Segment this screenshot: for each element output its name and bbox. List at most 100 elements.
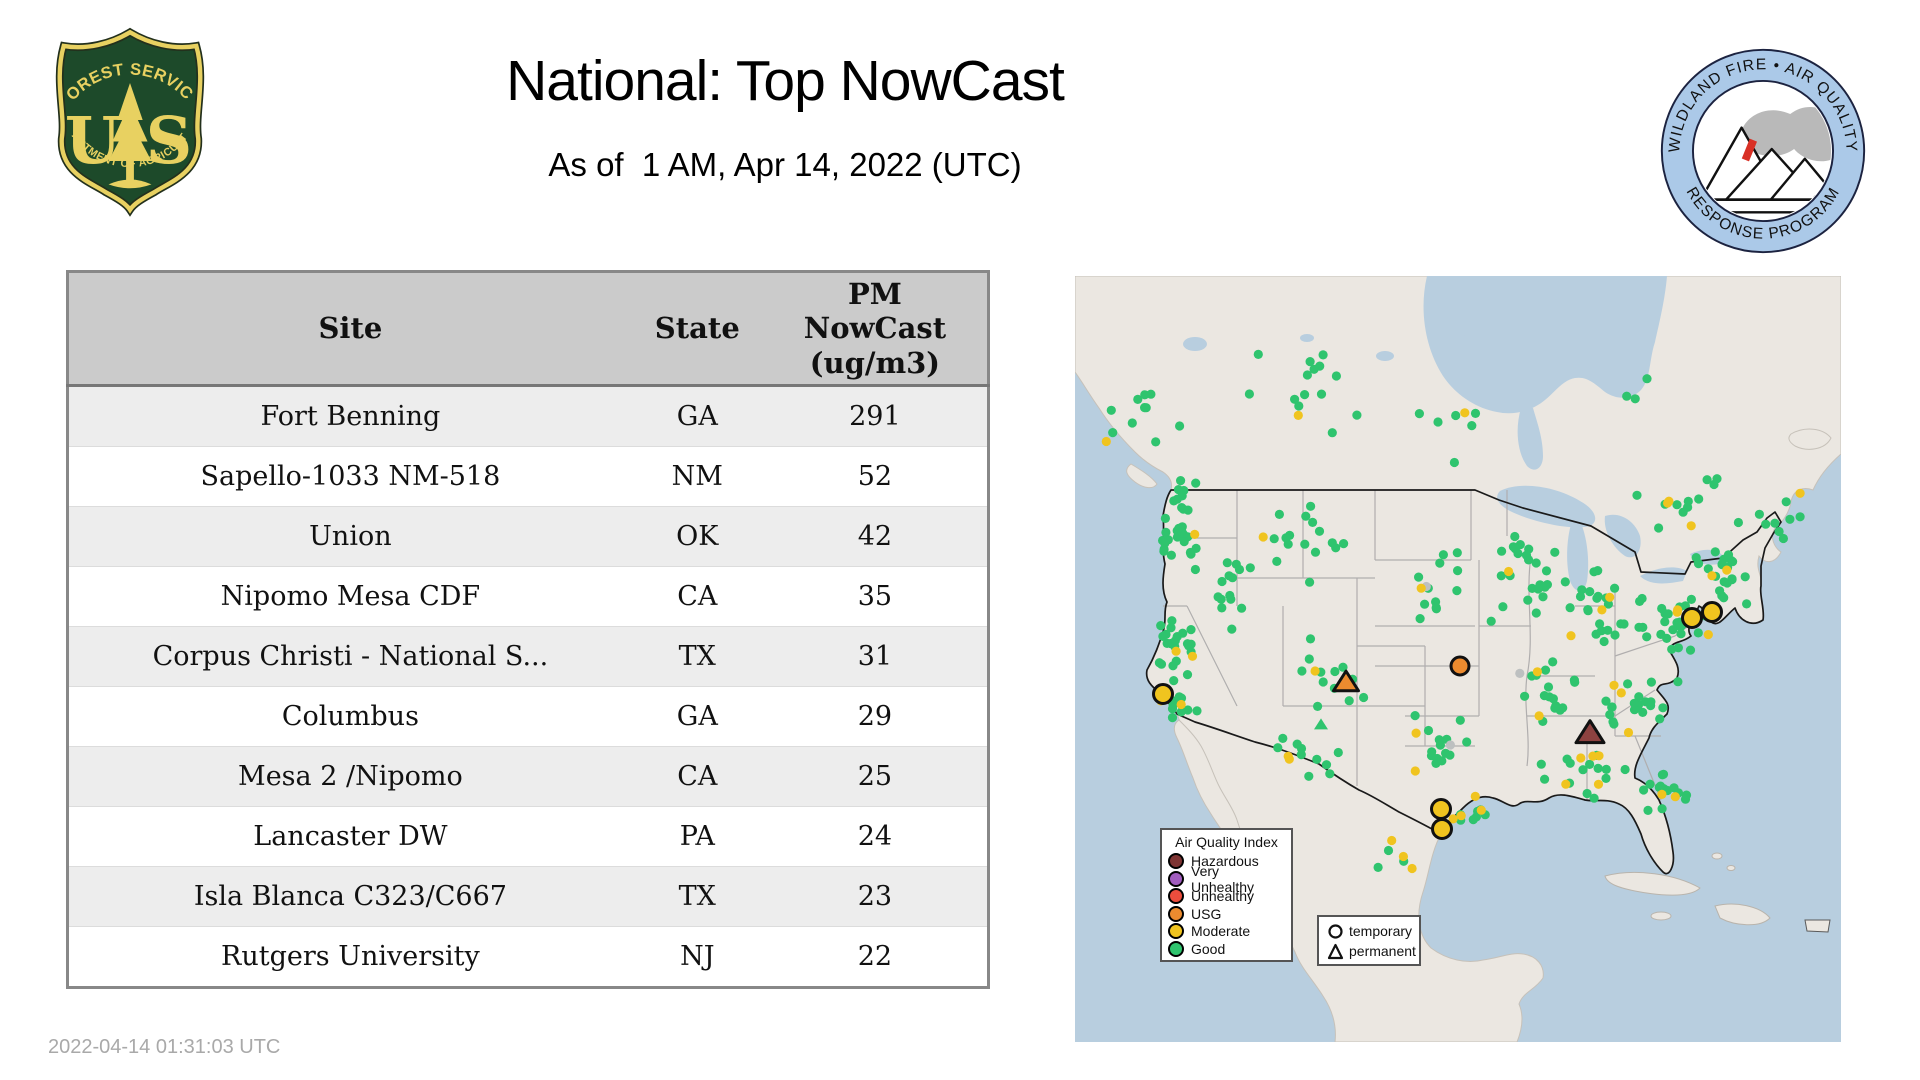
cell-site: Fort Benning: [67, 385, 632, 447]
monitor-dot: [1172, 494, 1182, 504]
monitor-dot: [1722, 565, 1732, 575]
table-row: Isla Blanca C323/C667 TX 23: [67, 866, 989, 927]
monitor-dot: [1498, 602, 1508, 612]
monitor-dot: [1224, 571, 1234, 581]
monitor-dot: [1183, 505, 1193, 515]
cell-site: Sapello-1033 NM-518: [67, 446, 632, 507]
monitor-dot: [1167, 616, 1177, 626]
aqi-swatch-icon: [1168, 853, 1184, 870]
monitor-dot: [1622, 391, 1632, 401]
monitor-dot: [1245, 563, 1255, 573]
monitor-dot: [1646, 701, 1656, 711]
monitor-dot: [1156, 621, 1166, 631]
monitor-dot: [1476, 805, 1486, 815]
monitor-dot: [1452, 586, 1462, 596]
monitor-dot: [1597, 605, 1607, 615]
table-row: Fort Benning GA 291: [67, 385, 989, 447]
monitor-dot: [1169, 676, 1179, 686]
monitor-dot: [1717, 591, 1727, 601]
cell-state: TX: [631, 866, 763, 927]
monitor-dot: [1605, 710, 1615, 720]
monitor-dot: [1284, 754, 1294, 764]
monitor-dot: [1467, 421, 1477, 431]
monitor-dot: [1601, 773, 1611, 783]
aqi-legend-title: Air Quality Index: [1175, 834, 1278, 850]
monitor-dot: [1306, 501, 1316, 511]
monitor-dot: [1140, 390, 1150, 400]
monitor-dot: [1515, 668, 1525, 678]
aqi-legend-item: USG: [1168, 905, 1285, 923]
monitor-dot: [1538, 592, 1548, 602]
monitor-dot: [1550, 547, 1560, 557]
aqi-swatch-icon: [1168, 923, 1184, 940]
monitor-dot: [1534, 711, 1544, 721]
monitor-dot: [1333, 747, 1343, 758]
monitor-dot: [1187, 651, 1198, 661]
monitor-dot: [1305, 634, 1316, 644]
cell-site: Nipomo Mesa CDF: [67, 566, 632, 627]
monitor-dot: [1253, 349, 1263, 359]
cell-site: Union: [67, 506, 632, 567]
cell-pm-nowcast: 291: [762, 385, 989, 447]
marker-moderate-temporary-tx1: [1430, 798, 1452, 820]
top-nowcast-table: Site State PM NowCast (ug/m3) Fort Benni…: [66, 270, 990, 989]
monitor-dot: [1222, 558, 1232, 568]
monitor-dot: [1544, 692, 1554, 702]
monitor-dot: [1435, 558, 1445, 568]
monitor-dot: [1331, 371, 1341, 381]
table-row: Corpus Christi - National S... TX 31: [67, 626, 989, 687]
monitor-dot: [1383, 845, 1394, 856]
monitor-dot: [1609, 719, 1619, 729]
table-row: Columbus GA 29: [67, 686, 989, 747]
monitor-dot: [1560, 577, 1570, 587]
monitor-dot: [1445, 750, 1455, 760]
monitor-dot: [1159, 546, 1169, 556]
monitor-dot: [1531, 558, 1541, 568]
cell-state: CA: [631, 746, 763, 807]
monitor-dot: [1673, 605, 1683, 615]
monitor-dot: [1373, 862, 1383, 873]
aqi-legend-items: Hazardous Very Unhealthy Unhealthy USG M…: [1168, 853, 1285, 957]
monitor-dot: [1387, 835, 1397, 846]
aqi-legend-item: Moderate: [1168, 923, 1285, 940]
monitor-dot: [1605, 592, 1615, 602]
cell-state: GA: [631, 686, 763, 747]
monitor-dot: [1683, 496, 1693, 506]
monitor-dot: [1619, 619, 1629, 629]
marker-moderate-temporary-nj1: [1681, 607, 1703, 629]
cell-site: Columbus: [67, 686, 632, 747]
monitor-dot: [1654, 523, 1664, 533]
shape-legend-temporary-label: temporary: [1349, 923, 1413, 939]
cell-pm-nowcast: 35: [762, 566, 989, 627]
monitor-dot: [1595, 619, 1605, 629]
monitor-dot: [1297, 666, 1307, 676]
marker-usg-temporary-ok: [1449, 655, 1471, 677]
monitor-dot: [1541, 566, 1552, 576]
monitor-dot: [1273, 743, 1283, 753]
monitor-dot: [1101, 436, 1111, 447]
cell-state: GA: [631, 385, 763, 447]
table-body: Fort Benning GA 291 Sapello-1033 NM-518 …: [67, 385, 989, 988]
monitor-dot: [1561, 779, 1571, 789]
monitor-dot: [1497, 546, 1507, 556]
marker-moderate-temporary-ca: [1152, 683, 1174, 705]
monitor-dot: [1630, 394, 1640, 404]
monitor-dot: [1217, 603, 1227, 613]
cell-state: TX: [631, 626, 763, 687]
monitor-dot: [1523, 595, 1533, 605]
cell-state: NJ: [631, 926, 763, 988]
marker-moderate-temporary-nj2: [1701, 601, 1723, 623]
monitor-dot: [1593, 566, 1603, 576]
monitor-dot: [1673, 677, 1683, 687]
monitor-dot: [1583, 606, 1593, 616]
cell-pm-nowcast: 42: [762, 506, 989, 567]
monitor-dot: [1310, 547, 1321, 557]
monitor-dot: [1620, 764, 1630, 775]
monitor-dot: [1305, 577, 1315, 587]
permanent-triangle-icon: [1327, 943, 1344, 959]
monitor-dot: [1313, 701, 1323, 711]
monitor-dot: [1610, 583, 1620, 593]
cell-site: Isla Blanca C323/C667: [67, 866, 632, 927]
monitor-dot: [1685, 645, 1696, 655]
monitor-dot: [1510, 531, 1520, 542]
